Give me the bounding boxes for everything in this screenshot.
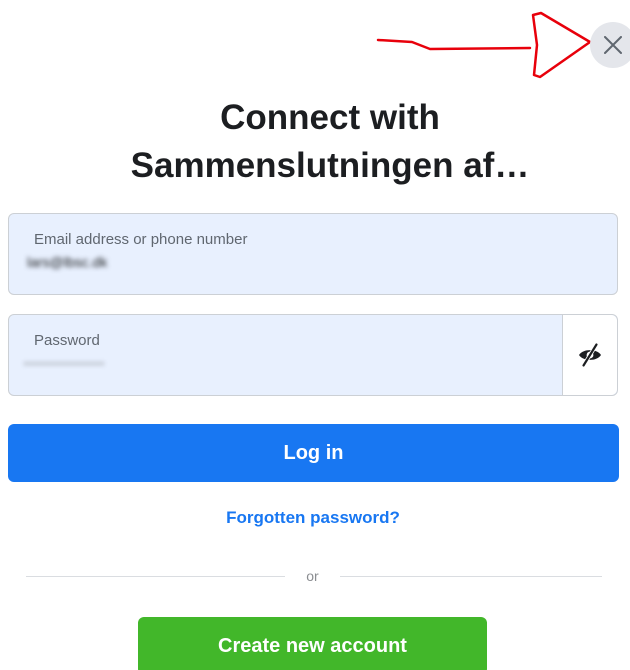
email-field[interactable]: Email address or phone number — [8, 213, 618, 295]
password-field[interactable]: Password — [8, 314, 618, 396]
login-button[interactable]: Log in — [8, 424, 619, 482]
close-icon — [604, 36, 622, 54]
create-account-button[interactable]: Create new account — [138, 617, 487, 670]
dialog-title-line-1: Connect with — [220, 98, 440, 137]
divider-or-label: or — [306, 568, 319, 584]
email-field-label: Email address or phone number — [34, 231, 248, 248]
divider-line-right — [340, 576, 602, 577]
email-input[interactable] — [27, 254, 527, 270]
show-password-toggle[interactable] — [562, 315, 617, 395]
divider-line-left — [26, 576, 285, 577]
dialog-title: Connect with Sammenslutningen af… — [0, 94, 630, 190]
password-field-label: Password — [34, 332, 100, 349]
eye-slash-icon — [579, 342, 601, 368]
dialog-title-line-2: Sammenslutningen af… — [130, 146, 530, 185]
forgot-password-link[interactable]: Forgotten password? — [0, 508, 626, 528]
close-button[interactable] — [590, 22, 630, 68]
login-dialog: Connect with Sammenslutningen af… Email … — [0, 0, 630, 670]
password-input[interactable] — [24, 359, 524, 370]
